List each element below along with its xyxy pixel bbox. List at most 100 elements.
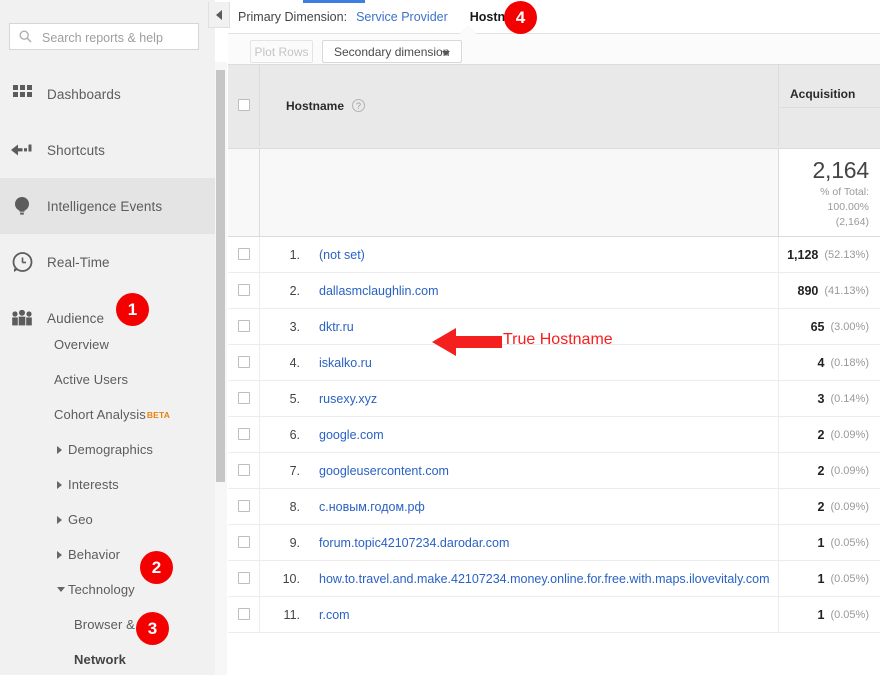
row-hostname-link[interactable]: dktr.ru [319,320,354,334]
totals-value-cell: 2,164 % of Total: 100.00% (2,164) [778,149,880,236]
row-index: 10. [268,572,300,586]
row-checkbox[interactable] [238,572,250,584]
sidebar-item-label: Intelligence Events [47,199,162,214]
row-checkbox[interactable] [238,608,250,620]
column-header-hostname[interactable]: Hostname ? [260,65,778,146]
table-row[interactable]: 2. dallasmclaughlin.com 890 (41.13%) [228,273,880,309]
sidebar-scrollbar-thumb[interactable] [216,70,225,482]
select-all-checkbox[interactable] [238,99,250,111]
row-checkbox-cell[interactable] [228,453,260,488]
row-checkbox[interactable] [238,284,250,296]
sidebar-item-browser-os[interactable]: Browser & OS [0,607,215,642]
question-mark-icon[interactable]: ? [352,99,365,112]
row-checkbox-cell[interactable] [228,417,260,452]
search-icon [19,30,32,43]
table-row[interactable]: 8. с.новым.годом.рф 2 (0.09%) [228,489,880,525]
sidebar-subitem-label: Overview [54,337,109,352]
row-checkbox[interactable] [238,500,250,512]
row-checkbox[interactable] [238,320,250,332]
sidebar-item-real-time[interactable]: Real-Time [0,234,215,290]
row-checkbox[interactable] [238,428,250,440]
row-checkbox[interactable] [238,392,250,404]
table-row[interactable]: 4. iskalko.ru 4 (0.18%) [228,345,880,381]
sidebar-item-behavior[interactable]: Behavior [0,537,215,572]
sidebar-item-cohort-analysis[interactable]: Cohort AnalysisBETA [0,397,215,432]
column-header-label: Hostname [286,99,344,113]
sidebar-item-geo[interactable]: Geo [0,502,215,537]
sidebar-item-intelligence-events[interactable]: Intelligence Events [0,178,215,234]
row-sessions-value: 1 [818,608,825,622]
row-sessions-value: 2 [818,500,825,514]
sidebar-item-active-users[interactable]: Active Users [0,362,215,397]
search-input[interactable] [40,24,194,51]
row-sessions-pct: (3.00%) [830,321,869,333]
sidebar-item-network[interactable]: Network [0,642,215,675]
totals-checkbox-cell [228,149,260,236]
table-row[interactable]: 1. (not set) 1,128 (52.13%) [228,237,880,273]
sidebar-item-shortcuts[interactable]: Shortcuts [0,122,215,178]
row-checkbox[interactable] [238,464,250,476]
table-row[interactable]: 7. googleusercontent.com 2 (0.09%) [228,453,880,489]
table-row[interactable]: 11. r.com 1 (0.05%) [228,597,880,633]
row-checkbox[interactable] [238,536,250,548]
table-row[interactable]: 6. google.com 2 (0.09%) [228,417,880,453]
row-sessions-value: 1 [818,572,825,586]
sidebar-item-technology[interactable]: Technology [0,572,215,607]
row-hostname-link[interactable]: google.com [319,428,384,442]
table-row[interactable]: 9. forum.topic42107234.darodar.com 1 (0.… [228,525,880,561]
row-hostname-link[interactable]: (not set) [319,248,365,262]
row-sessions-pct: (0.18%) [830,357,869,369]
row-sessions-pct: (41.13%) [824,285,869,297]
totals-sessions-value: 2,164 [779,157,869,184]
row-hostname-link[interactable]: forum.topic42107234.darodar.com [319,536,509,550]
row-sessions-value: 890 [798,284,819,298]
row-checkbox-cell[interactable] [228,597,260,632]
row-checkbox[interactable] [238,356,250,368]
select-all-cell[interactable] [228,65,260,146]
row-hostname-link[interactable]: с.новым.годом.рф [319,500,425,514]
plot-rows-button[interactable]: Plot Rows [250,40,313,63]
sidebar-subitem-label: Geo [68,512,93,527]
row-hostname-link[interactable]: googleusercontent.com [319,464,449,478]
row-checkbox-cell[interactable] [228,381,260,416]
row-checkbox-cell[interactable] [228,489,260,524]
sidebar-item-label: Audience [47,311,104,326]
table-row[interactable]: 10. how.to.travel.and.make.42107234.mone… [228,561,880,597]
row-sessions-value: 4 [818,356,825,370]
sidebar-item-dashboards[interactable]: Dashboards [0,66,215,122]
chevron-right-icon [57,481,62,489]
audience-submenu: Overview Active Users Cohort AnalysisBET… [0,327,215,675]
sidebar-item-demographics[interactable]: Demographics [0,432,215,467]
sidebar-subitem-label: Demographics [68,442,153,457]
row-sessions-value: 1,128 [787,248,818,262]
sidebar-subitem-label: Active Users [54,372,128,387]
secondary-dimension-button[interactable]: Secondary dimension [322,40,462,63]
sidebar-subitem-label: Behavior [68,547,120,562]
row-checkbox-cell[interactable] [228,273,260,308]
row-hostname-link[interactable]: rusexy.xyz [319,392,377,406]
row-checkbox[interactable] [238,248,250,260]
collapse-sidebar-button[interactable] [208,2,230,28]
row-hostname-link[interactable]: how.to.travel.and.make.42107234.money.on… [319,572,769,586]
row-checkbox-cell[interactable] [228,309,260,344]
dimension-option-service-provider[interactable]: Service Provider [356,10,448,24]
row-sessions-value: 1 [818,536,825,550]
totals-basis: (2,164) [779,216,869,229]
row-index: 2. [268,284,300,298]
row-index: 11. [268,608,300,622]
row-checkbox-cell[interactable] [228,237,260,272]
row-hostname-link[interactable]: iskalko.ru [319,356,372,370]
sidebar-item-interests[interactable]: Interests [0,467,215,502]
row-dimension-cell: 11. r.com [260,597,778,632]
clock-icon [11,251,33,273]
table-row[interactable]: 5. rusexy.xyz 3 (0.14%) [228,381,880,417]
row-hostname-link[interactable]: dallasmclaughlin.com [319,284,439,298]
sidebar-item-overview[interactable]: Overview [0,327,215,362]
row-hostname-link[interactable]: r.com [319,608,350,622]
row-checkbox-cell[interactable] [228,525,260,560]
search-box[interactable] [9,23,199,50]
row-checkbox-cell[interactable] [228,561,260,596]
row-dimension-cell: 1. (not set) [260,237,778,272]
row-sessions-pct: (0.09%) [830,501,869,513]
row-checkbox-cell[interactable] [228,345,260,380]
